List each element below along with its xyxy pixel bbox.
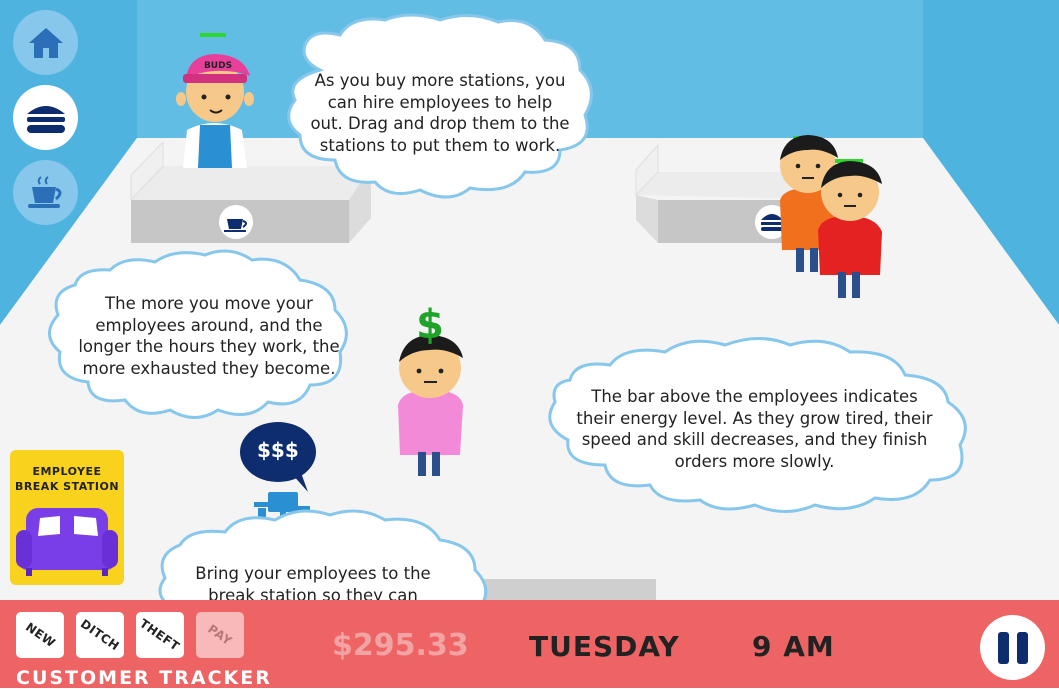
register-counter bbox=[470, 579, 656, 600]
day-display: TUESDAY bbox=[529, 630, 680, 663]
nav-coffee-button[interactable] bbox=[13, 160, 78, 225]
couch-icon bbox=[16, 508, 118, 576]
burger-icon bbox=[26, 105, 65, 133]
employee-pink[interactable] bbox=[398, 335, 463, 476]
tracker-new-button[interactable]: NEW bbox=[16, 612, 64, 658]
break-station-label: EMPLOYEE BREAK STATION bbox=[14, 465, 120, 493]
employee-dollar-icon: $ bbox=[416, 302, 444, 348]
tracker-ditch-button[interactable]: DITCH bbox=[76, 612, 124, 658]
tip-hire-text: As you buy more stations, you can hire e… bbox=[310, 71, 570, 155]
coffee-cup-icon bbox=[27, 175, 61, 208]
customer-tracker-title: CUSTOMER TRACKER bbox=[16, 667, 272, 689]
register-bubble-text: $$$ bbox=[257, 438, 299, 462]
tracker-theft-button[interactable]: THEFT bbox=[136, 612, 184, 658]
time-display: 9 AM bbox=[752, 630, 835, 663]
pause-button[interactable] bbox=[980, 615, 1045, 680]
house-icon bbox=[28, 27, 63, 58]
nav-home-button[interactable] bbox=[13, 10, 78, 75]
money-display: $295.33 bbox=[332, 628, 469, 663]
tip-energy-text: The bar above the employees indicates th… bbox=[576, 387, 933, 471]
left-station-coffee-icon[interactable] bbox=[219, 205, 253, 239]
pause-icon bbox=[994, 631, 1032, 664]
cap-text: BUDS bbox=[204, 61, 232, 71]
tip-exhausted-text: The more you move your employees around,… bbox=[78, 294, 340, 378]
tracker-pay-button[interactable]: PAY bbox=[196, 612, 244, 658]
employee-break-station[interactable]: EMPLOYEE BREAK STATION bbox=[10, 450, 124, 585]
nav-burger-button[interactable] bbox=[13, 85, 78, 150]
